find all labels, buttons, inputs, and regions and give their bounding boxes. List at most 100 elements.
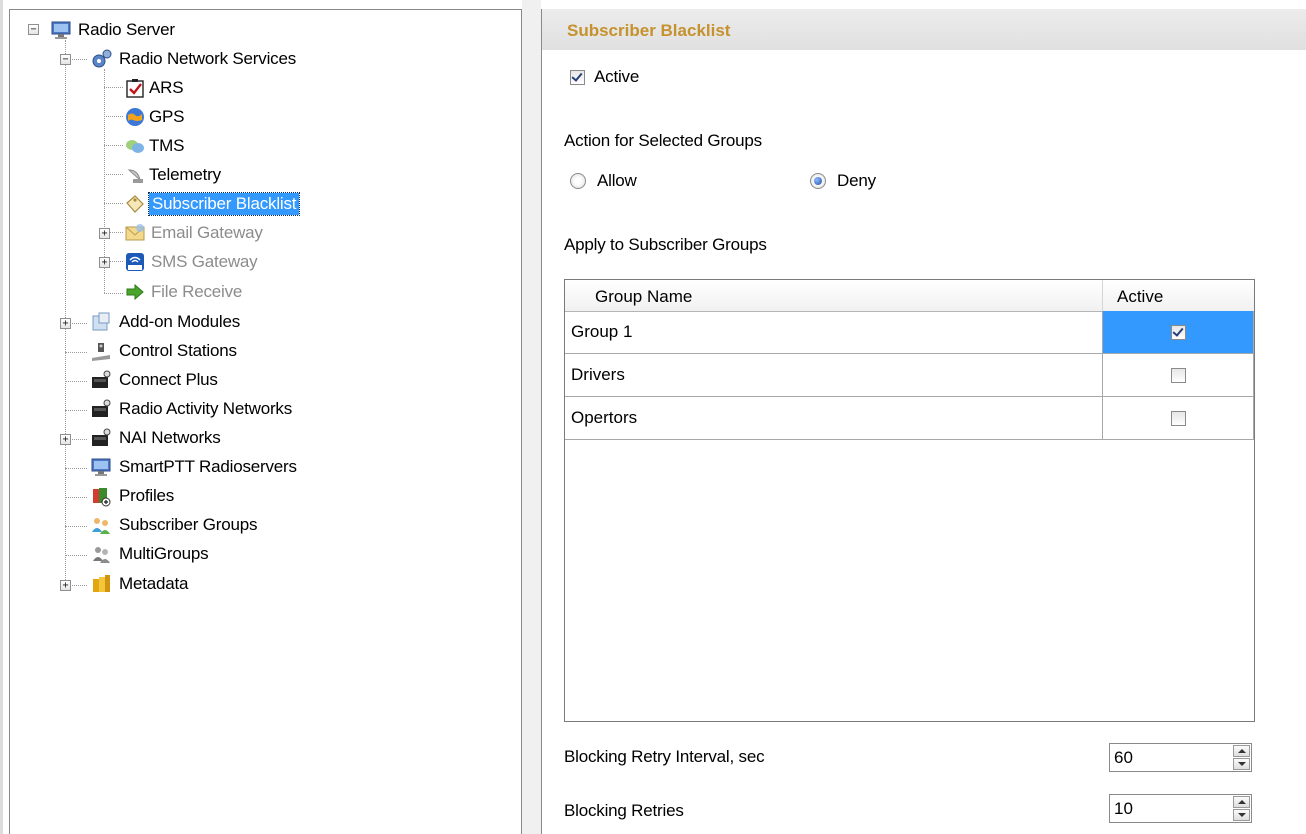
decrement-button[interactable]: [1233, 809, 1250, 821]
arrow-right-icon: [126, 283, 144, 301]
tree-label: MultiGroups: [119, 544, 209, 563]
expand-toggle[interactable]: +: [99, 228, 110, 239]
tree-label: ARS: [149, 78, 184, 97]
expand-toggle[interactable]: +: [60, 580, 71, 591]
spin-buttons: [1233, 745, 1250, 770]
pane-splitter[interactable]: [522, 0, 541, 834]
tree-label: Email Gateway: [151, 223, 263, 242]
tree-line-h: [65, 410, 87, 411]
group-name-cell[interactable]: Opertors: [565, 397, 1103, 439]
active-checkbox[interactable]: [570, 70, 585, 85]
section-title: Subscriber Blacklist: [567, 21, 731, 40]
retry-interval-spinner[interactable]: 60: [1109, 743, 1252, 772]
network-device-icon: [92, 399, 111, 417]
tree-label: Telemetry: [149, 165, 221, 184]
radio-station-icon: [92, 343, 110, 361]
retries-spinner[interactable]: 10: [1109, 794, 1252, 823]
group-name-cell[interactable]: Group 1: [565, 311, 1103, 353]
tree-label: Connect Plus: [119, 370, 218, 389]
puzzle-icon: [92, 312, 110, 331]
active-cell[interactable]: [1103, 311, 1253, 353]
retries-label: Blocking Retries: [564, 801, 684, 820]
row-active-checkbox[interactable]: [1171, 325, 1186, 340]
window-left-edge: [0, 0, 3, 834]
active-label: Active: [594, 67, 640, 86]
increment-button[interactable]: [1233, 796, 1250, 808]
navigation-tree[interactable]: − Radio Server − Radio Network Services …: [9, 9, 522, 834]
group-name: Drivers: [571, 365, 625, 384]
tree-line-h: [65, 526, 87, 527]
gear-network-icon: [92, 49, 112, 68]
expand-toggle[interactable]: +: [99, 257, 110, 268]
table-header: Group Name Active: [565, 280, 1254, 312]
table-row[interactable]: Opertors: [565, 397, 1254, 440]
tree-label: TMS: [149, 136, 185, 155]
retries-value[interactable]: 10: [1114, 799, 1133, 819]
tree-label: Subscriber Blacklist: [147, 192, 301, 216]
active-cell[interactable]: [1103, 354, 1253, 396]
tree-label: GPS: [149, 107, 185, 126]
active-cell[interactable]: [1103, 397, 1253, 439]
database-icon: [93, 575, 110, 592]
collapse-toggle[interactable]: −: [28, 24, 39, 35]
section-header: Subscriber Blacklist: [542, 9, 1306, 50]
tag-icon: [126, 195, 144, 213]
tree-label: Subscriber Groups: [119, 515, 258, 534]
tree-label: SmartPTT Radioservers: [119, 457, 297, 476]
tree-line-h: [104, 145, 123, 146]
satellite-dish-icon: [127, 169, 143, 183]
tree-label: Control Stations: [119, 341, 237, 360]
tree-line-h: [65, 468, 87, 469]
tree-line-h: [65, 381, 87, 382]
row-active-checkbox[interactable]: [1171, 411, 1186, 426]
row-active-checkbox[interactable]: [1171, 368, 1186, 383]
tree-label: Metadata: [119, 574, 189, 593]
decrement-button[interactable]: [1233, 758, 1250, 770]
globe-icon: [126, 108, 144, 126]
groups-heading: Apply to Subscriber Groups: [564, 235, 767, 254]
server-icon: [91, 458, 111, 476]
server-icon: [51, 21, 71, 39]
group-name-cell[interactable]: Drivers: [565, 354, 1103, 396]
allow-radio[interactable]: [570, 173, 586, 189]
tree-line-h: [104, 293, 123, 294]
settings-panel: Subscriber Blacklist Active Action for S…: [542, 9, 1306, 834]
column-separator[interactable]: [1102, 280, 1103, 311]
tree-line-level1: [65, 40, 66, 590]
retry-interval-value[interactable]: 60: [1114, 748, 1133, 768]
deny-radio[interactable]: [810, 173, 826, 189]
sms-icon: [126, 253, 144, 271]
envelope-icon: [125, 224, 145, 241]
increment-button[interactable]: [1233, 745, 1250, 757]
table-row[interactable]: Drivers: [565, 354, 1254, 397]
tree-line-h: [65, 555, 87, 556]
spin-buttons: [1233, 796, 1250, 821]
users-icon: [92, 518, 110, 534]
group-name: Opertors: [571, 408, 638, 427]
table-row[interactable]: Group 1: [565, 311, 1254, 354]
chat-bubbles-icon: [126, 140, 144, 153]
column-header-active[interactable]: Active: [1117, 287, 1163, 307]
tree-line-h: [65, 352, 87, 353]
tree-label: Profiles: [119, 486, 175, 505]
action-heading: Action for Selected Groups: [564, 131, 762, 150]
tree-line-h: [104, 174, 123, 175]
tree-line-h: [104, 87, 123, 88]
group-name: Group 1: [571, 322, 633, 341]
tree-label: NAI Networks: [119, 428, 221, 447]
tree-label: SMS Gateway: [151, 252, 258, 271]
profiles-icon: [93, 488, 111, 507]
table-border: [1253, 311, 1254, 440]
allow-label: Allow: [597, 171, 637, 190]
tree-label: Radio Activity Networks: [119, 399, 293, 418]
expand-toggle[interactable]: +: [60, 434, 71, 445]
deny-label: Deny: [837, 171, 876, 190]
column-header-group-name[interactable]: Group Name: [595, 287, 692, 307]
checklist-icon: [126, 79, 144, 98]
subscriber-groups-table[interactable]: Group Name Active Group 1 Drivers Operto…: [564, 279, 1255, 722]
tree-line-h: [65, 497, 87, 498]
expand-toggle[interactable]: +: [60, 318, 71, 329]
network-device-icon: [92, 428, 111, 446]
tree-label: File Receive: [151, 282, 243, 301]
collapse-toggle[interactable]: −: [60, 54, 71, 65]
